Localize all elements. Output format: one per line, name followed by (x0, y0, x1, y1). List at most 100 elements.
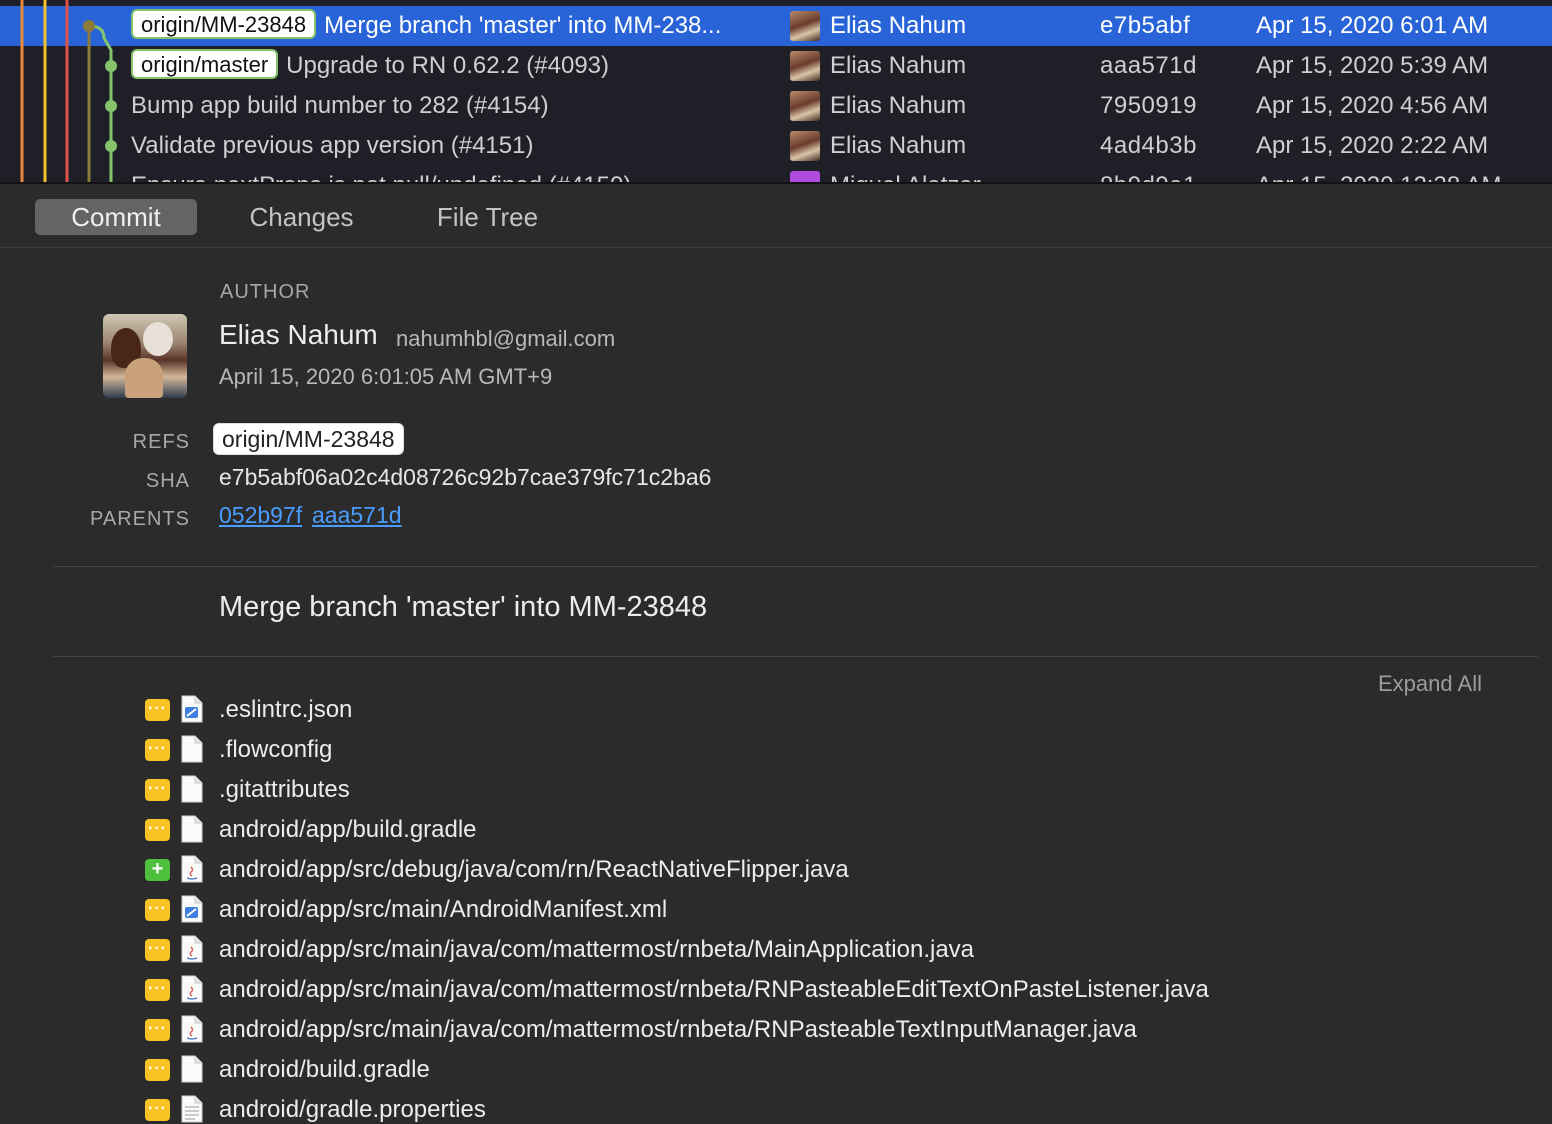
modified-status-icon: ··· (145, 899, 170, 921)
modified-status-icon: ··· (145, 779, 170, 801)
modified-status-icon: ··· (145, 979, 170, 1001)
modified-status-icon: ··· (145, 1059, 170, 1081)
parent-link[interactable]: 052b97f (219, 502, 302, 529)
tab-bar: Commit Changes File Tree (0, 186, 1552, 248)
graph-node (105, 60, 117, 72)
file-path: android/app/build.gradle (219, 816, 477, 843)
xml-file-icon (181, 895, 203, 923)
commit-sha: 4ad4b3b (1100, 132, 1197, 159)
tab-commit[interactable]: Commit (35, 199, 197, 235)
commit-summary: Bump app build number to 282 (#4154) (131, 92, 549, 119)
author-avatar (103, 314, 187, 398)
graph-node (105, 140, 117, 152)
file-path: android/app/src/main/java/com/mattermost… (219, 976, 1209, 1003)
file-row[interactable]: ··· android/app/src/main/java/com/matterm… (144, 970, 1534, 1010)
file-path: android/app/src/debug/java/com/rn/ReactN… (219, 856, 849, 883)
java-file-icon (181, 935, 203, 963)
file-path: android/app/src/main/AndroidManifest.xml (219, 896, 668, 923)
author-avatar-small (790, 51, 820, 81)
ref-badge[interactable]: origin/master (131, 49, 279, 79)
author-avatar-small (790, 131, 820, 161)
graph-node (105, 100, 117, 112)
commit-date: Apr 15, 2020 6:01 AM (1256, 12, 1489, 39)
text-file-icon (181, 1095, 203, 1123)
commit-date: Apr 15, 2020 12:38 AM (1256, 166, 1502, 182)
commit-message-cell: Validate previous app version (#4151) (131, 126, 771, 166)
plain-file-icon (181, 815, 203, 843)
plain-file-icon (181, 775, 203, 803)
file-row[interactable]: ··· android/app/src/main/java/com/matterm… (144, 930, 1534, 970)
commit-message-cell: origin/master Upgrade to RN 0.62.2 (#4093… (131, 46, 771, 86)
commit-date: Apr 15, 2020 2:22 AM (1256, 132, 1489, 159)
author-label: AUTHOR (220, 281, 311, 303)
json-file-icon (181, 695, 203, 723)
sha-value[interactable]: e7b5abf06a02c4d08726c92b7cae379fc71c2ba6 (219, 464, 711, 491)
commit-row[interactable]: Validate previous app version (#4151) Eli… (0, 126, 1552, 166)
commit-author: Elias Nahum (830, 52, 967, 79)
commit-message-cell: origin/MM-23848 Merge branch 'master' int… (131, 6, 771, 46)
file-path: android/app/src/main/java/com/mattermost… (219, 936, 975, 963)
java-file-icon (181, 855, 203, 883)
tab-file-tree[interactable]: File Tree (420, 199, 555, 235)
added-status-icon: + (145, 859, 170, 881)
file-row[interactable]: ··· android/build.gradle (144, 1050, 1534, 1090)
commit-sha: 8b9d9a1 (1100, 166, 1197, 182)
file-row[interactable]: ··· android/app/src/main/java/com/matterm… (144, 1010, 1534, 1050)
file-path: android/gradle.properties (219, 1096, 486, 1123)
modified-status-icon: ··· (145, 819, 170, 841)
file-row[interactable]: ··· android/gradle.properties (144, 1090, 1534, 1124)
commit-message: Merge branch 'master' into MM-23848 (219, 591, 708, 623)
commit-row[interactable]: Ensure nextProps is not null/undefined (… (0, 166, 1552, 182)
file-path: android/build.gradle (219, 1056, 430, 1083)
commit-sha: aaa571d (1100, 52, 1197, 79)
modified-status-icon: ··· (145, 1099, 170, 1121)
commit-row[interactable]: Bump app build number to 282 (#4154) Elia… (0, 86, 1552, 126)
file-row[interactable]: ··· android/app/src/main/AndroidManifest.… (144, 890, 1534, 930)
plain-file-icon (181, 1055, 203, 1083)
file-row[interactable]: ··· .gitattributes (144, 770, 1534, 810)
divider (53, 566, 1538, 567)
commit-author: Elias Nahum (830, 92, 967, 119)
ref-badge[interactable]: origin/MM-23848 (213, 423, 404, 455)
commit-row[interactable]: origin/MM-23848 Merge branch 'master' int… (0, 6, 1552, 46)
author-email: nahumhbl@gmail.com (396, 326, 616, 351)
commit-author: Elias Nahum (830, 132, 967, 159)
sha-label: SHA (145, 470, 190, 492)
author-avatar-small (790, 11, 820, 41)
author-name: Elias Nahum (219, 319, 378, 350)
java-file-icon (181, 1015, 203, 1043)
file-path: android/app/src/main/java/com/mattermost… (219, 1016, 1137, 1043)
commit-sha: e7b5abf (1100, 12, 1191, 39)
file-path: .gitattributes (219, 776, 350, 803)
ref-badge[interactable]: origin/MM-23848 (131, 9, 317, 39)
modified-status-icon: ··· (145, 1019, 170, 1041)
commit-author: Elias Nahum (830, 12, 967, 39)
commit-author: Miguel Alatzar (830, 166, 981, 182)
file-row[interactable]: ··· .eslintrc.json (144, 690, 1534, 730)
author-avatar-small (790, 91, 820, 121)
tab-changes[interactable]: Changes (230, 199, 373, 235)
commit-list[interactable]: origin/MM-23848 Merge branch 'master' int… (0, 0, 1552, 184)
file-row[interactable]: ··· .flowconfig (144, 730, 1534, 770)
author-avatar-small (790, 171, 820, 182)
parent-link[interactable]: aaa571d (312, 502, 402, 529)
modified-status-icon: ··· (145, 939, 170, 961)
commit-summary: Validate previous app version (#4151) (131, 132, 534, 159)
file-path: .eslintrc.json (219, 696, 353, 723)
commit-detail-panel: AUTHOR Elias Nahum nahumhbl@gmail.com Ap… (0, 249, 1552, 1124)
modified-status-icon: ··· (145, 699, 170, 721)
modified-status-icon: ··· (145, 739, 170, 761)
parents-label: PARENTS (90, 508, 190, 530)
file-row[interactable]: ··· android/app/build.gradle (144, 810, 1534, 850)
commit-sha: 7950919 (1100, 92, 1197, 119)
commit-row[interactable]: origin/master Upgrade to RN 0.62.2 (#4093… (0, 46, 1552, 86)
graph-node (83, 20, 95, 32)
commit-summary: Merge branch 'master' into MM-238... (324, 12, 722, 39)
plain-file-icon (181, 735, 203, 763)
commit-date: Apr 15, 2020 4:56 AM (1256, 92, 1489, 119)
commit-date: Apr 15, 2020 5:39 AM (1256, 52, 1489, 79)
commit-message-cell: Bump app build number to 282 (#4154) (131, 86, 771, 126)
java-file-icon (181, 975, 203, 1003)
file-path: .flowconfig (219, 736, 333, 763)
file-row[interactable]: + android/app/src/debug/java/com/rn/React… (144, 850, 1534, 890)
